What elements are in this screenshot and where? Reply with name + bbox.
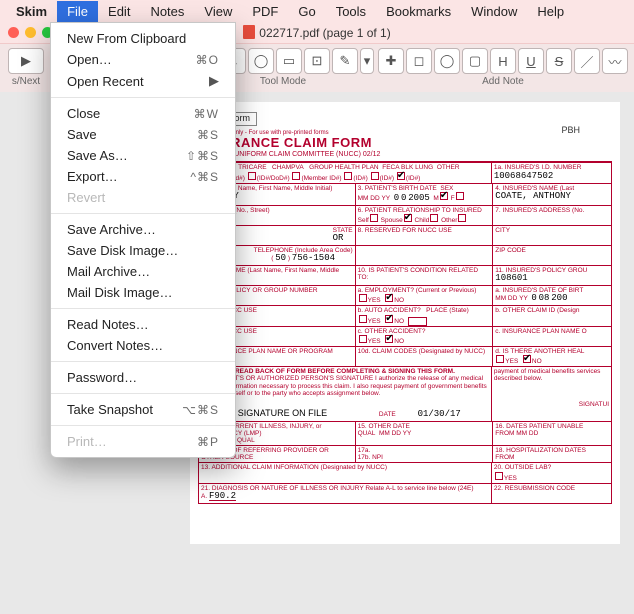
menu-item-mail-archive[interactable]: Mail Archive…: [51, 261, 235, 282]
menu-bookmarks[interactable]: Bookmarks: [376, 1, 461, 22]
other-health-no-checkbox[interactable]: [523, 355, 531, 363]
menu-item-save-disk-image[interactable]: Save Disk Image…: [51, 240, 235, 261]
menu-item-print: Print…⌘P: [51, 431, 235, 452]
form-title: INSURANCE CLAIM FORM: [198, 136, 612, 150]
menu-go[interactable]: Go: [288, 1, 325, 22]
form-subtitle: NATIONAL UNIFORM CLAIM COMMITTEE (NUCC) …: [198, 151, 612, 159]
line-note-button[interactable]: ／: [574, 48, 600, 74]
menu-view[interactable]: View: [194, 1, 242, 22]
menu-file[interactable]: File: [57, 1, 98, 22]
menu-item-open-recent[interactable]: Open Recent▶: [51, 70, 235, 92]
note-tool-button[interactable]: ✎: [332, 48, 358, 74]
corner-text: PBH: [561, 126, 580, 136]
other-plan-checkbox[interactable]: [397, 172, 405, 180]
menu-item-revert: Revert: [51, 187, 235, 208]
tool-dropdown-button[interactable]: ▾: [360, 48, 374, 74]
text-note-button[interactable]: ✚: [378, 48, 404, 74]
prev-page-button[interactable]: ▶: [8, 48, 44, 74]
emp-no-checkbox[interactable]: [385, 294, 393, 302]
close-window-button[interactable]: [8, 27, 19, 38]
menu-tools[interactable]: Tools: [326, 1, 376, 22]
minimize-window-button[interactable]: [25, 27, 36, 38]
menu-item-new-from-clipboard[interactable]: New From Clipboard: [51, 28, 235, 49]
pdf-page: Clear Form PBH Print in Text Only - For …: [190, 102, 620, 544]
circle-note-button[interactable]: ◯: [434, 48, 460, 74]
file-menu-dropdown: New From ClipboardOpen…⌘OOpen Recent▶ Clo…: [50, 22, 236, 458]
snapshot-tool-button[interactable]: ⊡: [304, 48, 330, 74]
menu-item-convert-notes[interactable]: Convert Notes…: [51, 335, 235, 356]
menu-item-password[interactable]: Password…: [51, 367, 235, 388]
anchored-note-button[interactable]: ◻: [406, 48, 432, 74]
window-controls: [8, 27, 53, 38]
strike-note-button[interactable]: S: [546, 48, 572, 74]
rel-spouse-checkbox[interactable]: [404, 214, 412, 222]
add-note-group: ✚ ◻ ◯ ▢ H U S ／ 〰 Add Note: [378, 48, 628, 87]
menu-pdf[interactable]: PDF: [242, 1, 288, 22]
magnify-tool-button[interactable]: ◯: [248, 48, 274, 74]
menu-item-close[interactable]: Close⌘W: [51, 103, 235, 124]
menu-help[interactable]: Help: [527, 1, 574, 22]
menu-item-save-as[interactable]: Save As…⇧⌘S: [51, 145, 235, 166]
menu-item-mail-disk-image[interactable]: Mail Disk Image…: [51, 282, 235, 303]
nav-label: s/Next: [12, 76, 40, 87]
page-nav-group: ▶ s/Next: [6, 48, 46, 87]
claim-form: MEDICAID TRICARE CHAMPVA GROUP HEALTH PL…: [198, 161, 612, 503]
menu-item-export[interactable]: Export…^⌘S: [51, 166, 235, 187]
menu-item-save-archive[interactable]: Save Archive…: [51, 219, 235, 240]
freehand-note-button[interactable]: 〰: [602, 48, 628, 74]
menu-edit[interactable]: Edit: [98, 1, 140, 22]
toolmode-label: Tool Mode: [260, 76, 306, 87]
underline-note-button[interactable]: U: [518, 48, 544, 74]
menu-notes[interactable]: Notes: [140, 1, 194, 22]
menu-bar: Skim FileEditNotesViewPDFGoToolsBookmark…: [0, 0, 634, 22]
auto-no-checkbox[interactable]: [385, 315, 393, 323]
sex-m-checkbox[interactable]: [440, 192, 448, 200]
menu-item-open[interactable]: Open…⌘O: [51, 49, 235, 70]
menu-window[interactable]: Window: [461, 1, 527, 22]
select-tool-button[interactable]: ▭: [276, 48, 302, 74]
menu-item-save[interactable]: Save⌘S: [51, 124, 235, 145]
menu-item-take-snapshot[interactable]: Take Snapshot⌥⌘S: [51, 399, 235, 420]
menu-item-read-notes[interactable]: Read Notes…: [51, 314, 235, 335]
app-name[interactable]: Skim: [6, 1, 57, 22]
pdf-icon: [243, 25, 255, 39]
insured-id-value: 10068647502: [494, 171, 553, 181]
box-note-button[interactable]: ▢: [462, 48, 488, 74]
other-acc-no-checkbox[interactable]: [385, 335, 393, 343]
addnote-label: Add Note: [482, 76, 524, 87]
highlight-note-button[interactable]: H: [490, 48, 516, 74]
